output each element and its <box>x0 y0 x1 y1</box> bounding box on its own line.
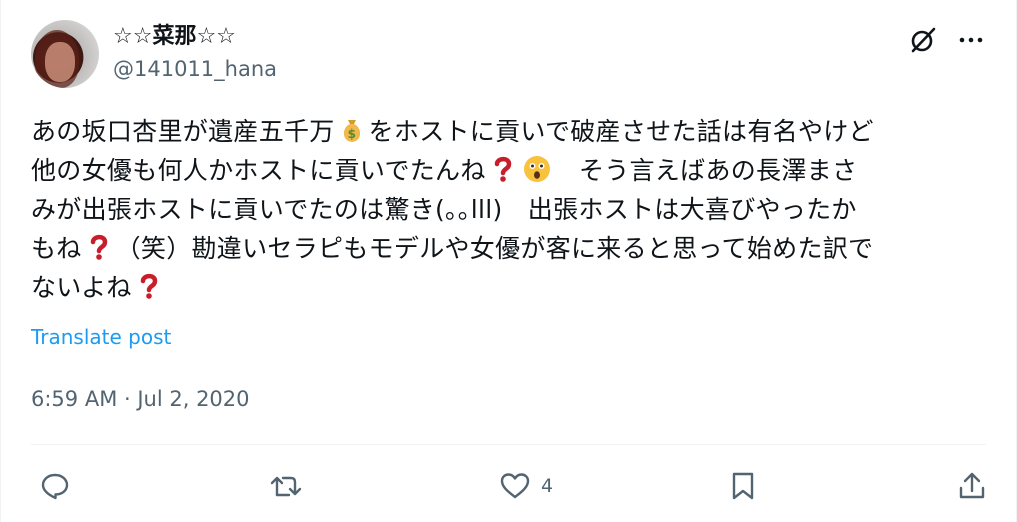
post-text-line1a: あの坂口杏里が遺産五千万 <box>31 117 335 146</box>
post-text: あの坂口杏里が遺産五千万 $ をホストに貢いで破産させた話は有名やけど 他の女優も何… <box>31 112 991 307</box>
post-header: ☆☆菜那☆☆ @141011_hana <box>31 20 986 90</box>
astonished-face-emoji <box>522 154 552 184</box>
post-text-line2b: そう言えばあの長澤まさ <box>553 156 858 185</box>
post-text-line1b: をホストに貢いで破産させた話は有名やけど <box>368 117 874 146</box>
author-names: ☆☆菜那☆☆ @141011_hana <box>113 22 277 84</box>
money-bag-emoji: $ <box>337 115 367 145</box>
post-text-line2a: 他の女優も何人かホストに貢いでたんね <box>31 156 486 185</box>
top-actions <box>908 20 986 60</box>
share-button[interactable] <box>956 466 988 506</box>
post-timestamp[interactable]: 6:59 AM · Jul 2, 2020 <box>31 383 250 415</box>
like-count: 4 <box>541 475 554 497</box>
grok-icon[interactable] <box>908 25 938 55</box>
post-card: ☆☆菜那☆☆ @141011_hana あの坂口杏里が遺産五千万 $ をホストに貢い… <box>0 0 1017 522</box>
more-icon[interactable] <box>956 25 986 55</box>
red-question-mark-emoji <box>488 154 518 184</box>
svg-text:$: $ <box>347 127 356 141</box>
avatar[interactable] <box>31 20 99 88</box>
bookmark-button[interactable] <box>728 466 758 506</box>
divider <box>31 444 986 445</box>
handle[interactable]: @141011_hana <box>113 54 277 84</box>
repost-button[interactable] <box>269 466 303 506</box>
action-bar: 4 <box>31 466 986 506</box>
avatar-face <box>45 42 75 82</box>
post-text-line4a: もね <box>31 234 82 263</box>
post-text-line3: みが出張ホストに貢いでたのは驚き(｡｡lll) 出張ホストは大喜びやったか <box>31 195 857 224</box>
reply-button[interactable] <box>39 466 71 506</box>
translate-post-link[interactable]: Translate post <box>31 322 171 352</box>
display-name[interactable]: ☆☆菜那☆☆ <box>113 22 277 52</box>
reply-icon <box>39 470 71 502</box>
post-text-line5a: ないよね <box>31 273 132 302</box>
bookmark-icon <box>728 470 758 502</box>
share-icon <box>956 470 988 502</box>
post-text-line4b: （笑）勘違いセラピもモデルや女優が客に来ると思って始めた訳で <box>115 234 874 263</box>
like-button[interactable]: 4 <box>499 466 553 506</box>
heart-icon <box>499 470 531 502</box>
red-question-mark-emoji <box>84 232 114 262</box>
repost-icon <box>269 470 303 502</box>
red-question-mark-emoji <box>134 271 164 301</box>
